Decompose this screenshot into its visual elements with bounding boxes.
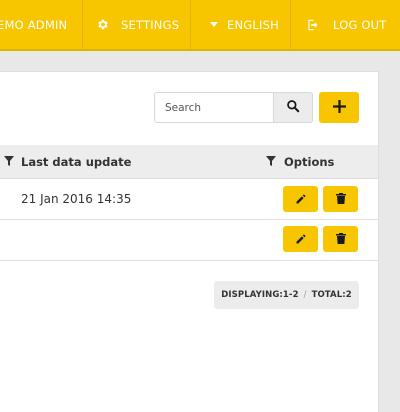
trash-icon	[335, 230, 347, 249]
top-navigation-bar: EMO ADMIN SETTINGS ENGLISH LOG OUT	[0, 0, 400, 51]
search-input[interactable]	[154, 92, 274, 123]
displaying-label: DISPLAYING:	[221, 290, 283, 300]
column-header-label: Options	[284, 154, 335, 169]
nav-divider	[190, 0, 191, 49]
table-row: 21 Jan 2016 14:35	[0, 179, 378, 220]
language-menu[interactable]: ENGLISH	[210, 0, 279, 49]
filter-icon[interactable]	[4, 155, 14, 169]
logout-label: LOG OUT	[333, 17, 387, 32]
search-icon	[286, 98, 300, 117]
table-row	[0, 220, 378, 261]
user-menu-label: EMO ADMIN	[0, 17, 68, 32]
column-header-last-data-update[interactable]: Last data update	[4, 145, 131, 178]
edit-button[interactable]	[283, 226, 318, 252]
trash-icon	[335, 190, 347, 209]
gear-icon	[96, 18, 109, 31]
nav-divider	[290, 0, 291, 49]
table-header: Last data update Options	[0, 145, 378, 179]
caret-down-icon	[210, 21, 218, 28]
add-button[interactable]	[319, 92, 359, 123]
plus-icon	[332, 98, 346, 117]
user-menu[interactable]: EMO ADMIN	[0, 0, 67, 49]
settings-menu[interactable]: SETTINGS	[96, 0, 179, 49]
pagination-summary: DISPLAYING: 1-2 / TOTAL: 2	[214, 281, 359, 309]
search-button[interactable]	[274, 92, 313, 123]
edit-button[interactable]	[283, 186, 318, 212]
logout-button[interactable]: LOG OUT	[306, 0, 387, 49]
delete-button[interactable]	[323, 226, 358, 252]
column-header-label: Last data update	[21, 154, 132, 169]
filter-icon[interactable]	[266, 155, 276, 169]
delete-button[interactable]	[323, 186, 358, 212]
pencil-icon	[295, 230, 307, 249]
pager-separator: /	[303, 290, 307, 300]
total-value: 2	[345, 290, 352, 300]
column-header-options[interactable]: Options	[266, 145, 334, 178]
topbar-border	[0, 49, 400, 51]
displaying-value: 1-2	[282, 290, 299, 300]
last-data-update-cell: 21 Jan 2016 14:35	[21, 192, 132, 206]
settings-label: SETTINGS	[121, 17, 180, 32]
pencil-icon	[295, 190, 307, 209]
total-label: TOTAL:	[311, 290, 346, 300]
language-label: ENGLISH	[227, 17, 279, 32]
nav-divider	[82, 0, 83, 49]
logout-icon	[306, 18, 320, 32]
